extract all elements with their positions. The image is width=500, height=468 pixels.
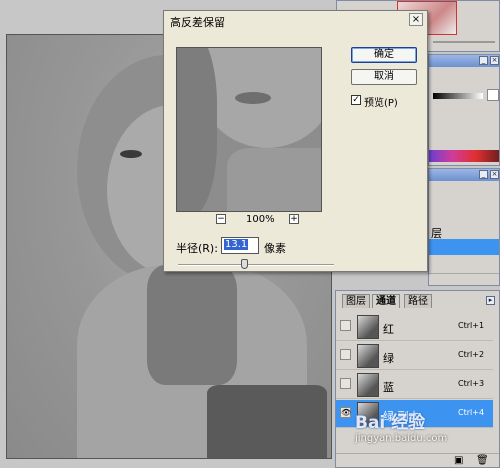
visibility-toggle[interactable]	[340, 320, 351, 331]
color-spectrum[interactable]	[429, 150, 499, 162]
preview-lips	[235, 92, 271, 104]
channel-thumbnail	[357, 344, 379, 368]
delete-channel-icon[interactable]: 🗑	[476, 455, 489, 466]
dialog-title: 高反差保留	[170, 16, 225, 29]
tab-channels[interactable]: 通道	[372, 294, 400, 308]
new-channel-icon[interactable]: ▣	[454, 455, 463, 466]
zoom-in-button[interactable]: +	[289, 214, 299, 224]
radius-slider-thumb[interactable]	[241, 259, 248, 269]
channel-thumbnail	[357, 373, 379, 397]
preview-hair	[177, 48, 217, 211]
watermark: Bai 经验 jingyan.baidu.com	[355, 408, 485, 444]
close-icon[interactable]: ×	[490, 56, 499, 65]
channel-shortcut: Ctrl+3	[458, 379, 485, 388]
visibility-toggle[interactable]	[340, 349, 351, 360]
photo-overall-strap	[147, 265, 237, 385]
channels-footer: ▣ 🗑	[336, 453, 499, 467]
preview-checkbox[interactable]: ✓	[351, 95, 361, 105]
zoom-level: 100%	[246, 214, 275, 225]
zoom-out-button[interactable]: −	[216, 214, 226, 224]
radius-input[interactable]: 13.1	[221, 237, 259, 254]
layers-footer	[429, 273, 499, 285]
preview-collar	[227, 148, 321, 211]
visibility-toggle[interactable]	[340, 378, 351, 389]
radius-unit: 像素	[264, 242, 286, 255]
channel-thumbnail	[357, 315, 379, 339]
tab-layers[interactable]: 图层	[342, 294, 370, 308]
panel-menu-icon[interactable]: ▸	[486, 296, 495, 305]
channel-shortcut: Ctrl+2	[458, 350, 485, 359]
channel-name: 红	[383, 323, 394, 336]
cancel-button[interactable]: 取消	[351, 69, 417, 85]
radius-slider-track[interactable]	[178, 264, 334, 266]
high-pass-dialog: 高反差保留 × − 100% + 确定 取消 ✓ 预览(P) 半径(R): 13…	[163, 10, 428, 272]
tab-paths[interactable]: 路径	[404, 294, 432, 308]
layer-item-selected[interactable]	[429, 239, 499, 255]
minimize-icon[interactable]: _	[479, 56, 488, 65]
color-panel: _ ×	[428, 54, 500, 166]
filter-preview[interactable]	[176, 47, 322, 212]
color-slider-track[interactable]	[433, 93, 483, 99]
channel-row-blue[interactable]: 蓝 Ctrl+3	[336, 371, 493, 399]
layers-panel-titlebar	[429, 169, 499, 181]
watermark-url: jingyan.baidu.com	[355, 433, 448, 444]
minimize-icon[interactable]: _	[479, 170, 488, 179]
channel-name: 蓝	[383, 381, 394, 394]
preview-label: 预览(P)	[364, 98, 398, 109]
close-icon[interactable]: ×	[409, 13, 423, 26]
close-icon[interactable]: ×	[490, 170, 499, 179]
channel-shortcut: Ctrl+1	[458, 321, 485, 330]
channel-row-green[interactable]: 绿 Ctrl+2	[336, 342, 493, 370]
channel-row-red[interactable]: 红 Ctrl+1	[336, 313, 493, 341]
channel-name: 绿	[383, 352, 394, 365]
layers-panel: _ × 层	[428, 168, 500, 286]
watermark-brand: Bai 经验	[355, 413, 426, 433]
color-value-field[interactable]	[487, 89, 499, 101]
photo-shadow	[207, 385, 327, 458]
color-panel-titlebar	[429, 55, 499, 67]
ok-button[interactable]: 确定	[351, 47, 417, 63]
radius-value: 13.1	[224, 239, 249, 250]
radius-label: 半径(R):	[176, 242, 218, 255]
navigator-slider[interactable]	[433, 41, 495, 43]
eye-icon[interactable]: 👁	[340, 407, 351, 418]
photo-eye	[120, 150, 142, 158]
